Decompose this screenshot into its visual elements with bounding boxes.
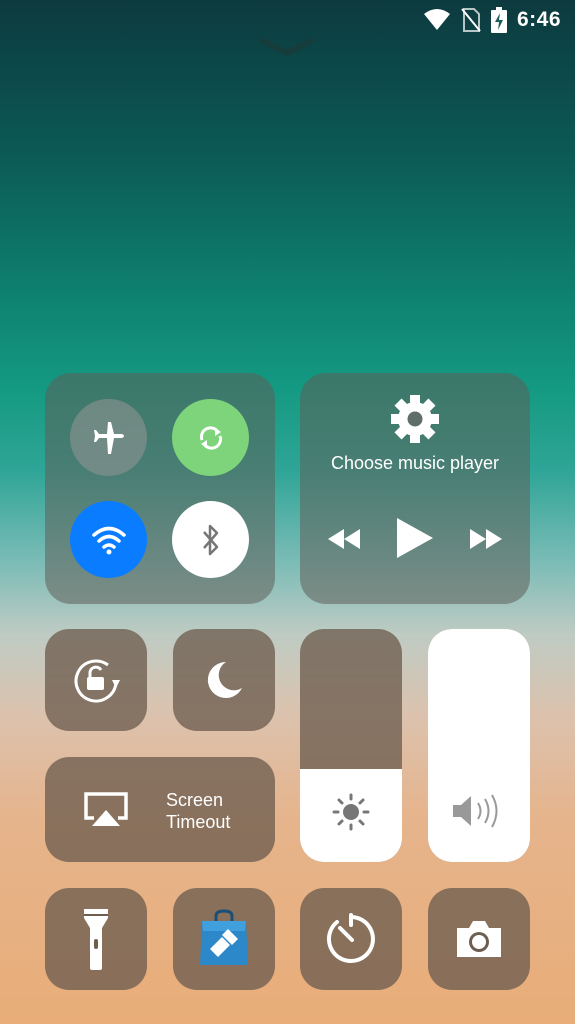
camera-icon: [457, 921, 501, 957]
screen-timeout-label-line2: Timeout: [166, 812, 231, 832]
flashlight-button[interactable]: [45, 888, 147, 990]
music-player-label[interactable]: Choose music player: [300, 453, 530, 474]
wifi-toggle[interactable]: [70, 501, 147, 578]
bluetooth-toggle[interactable]: [172, 501, 249, 578]
chevron-down-icon[interactable]: [258, 36, 316, 58]
sun-icon: [332, 793, 370, 831]
timer-button[interactable]: [300, 888, 402, 990]
screen-timeout-button[interactable]: Screen Timeout: [45, 757, 275, 862]
music-panel: Choose music player: [300, 373, 530, 604]
sync-icon: [199, 425, 222, 450]
screen-timeout-label: Screen Timeout: [166, 789, 230, 833]
play-icon[interactable]: [395, 516, 435, 560]
speaker-icon: [453, 794, 498, 828]
status-bar: 6:46: [423, 6, 561, 34]
no-sim-icon: [461, 8, 481, 32]
gear-icon[interactable]: [389, 393, 441, 445]
timer-icon: [326, 913, 375, 963]
store-bag-icon: [200, 909, 248, 965]
volume-slider[interactable]: [428, 629, 530, 862]
screen-timeout-label-line1: Screen: [166, 790, 224, 810]
rotation-lock-icon: [74, 659, 120, 703]
airplane-mode-toggle[interactable]: [70, 399, 147, 476]
airplay-icon: [84, 792, 128, 826]
store-app-button[interactable]: [173, 888, 275, 990]
moon-icon: [207, 661, 242, 698]
rotation-lock-button[interactable]: [45, 629, 147, 731]
bluetooth-icon: [202, 524, 218, 555]
brightness-slider[interactable]: [300, 629, 402, 862]
flashlight-icon: [84, 909, 108, 970]
airplane-icon: [93, 421, 124, 454]
do-not-disturb-button[interactable]: [173, 629, 275, 731]
rewind-icon[interactable]: [326, 527, 362, 551]
clock: 6:46: [516, 8, 561, 31]
wifi-icon: [423, 9, 450, 30]
connectivity-panel: [45, 373, 275, 604]
battery-charging-icon: [490, 7, 507, 33]
sync-toggle[interactable]: [172, 399, 249, 476]
camera-button[interactable]: [428, 888, 530, 990]
wifi-icon: [91, 526, 126, 554]
fast-forward-icon[interactable]: [468, 527, 504, 551]
